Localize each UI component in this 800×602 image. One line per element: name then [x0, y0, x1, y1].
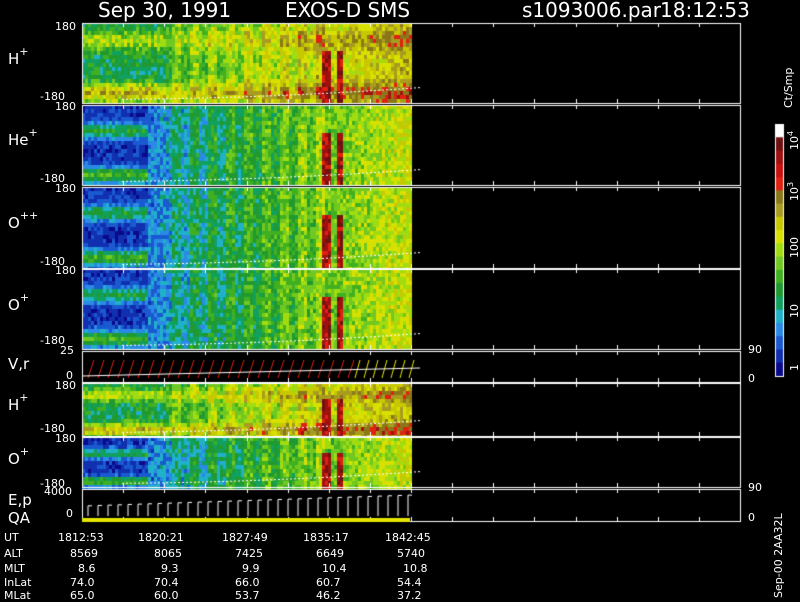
colorbar-tick-1: 1 [788, 364, 800, 371]
p3-ymax: 180 [55, 182, 76, 195]
row-inlat-v0: 74.0 [70, 576, 95, 589]
row-alt-v3: 6649 [316, 547, 344, 560]
colorbar-tick-10: 10 [788, 304, 800, 318]
p5-right-top: 90 [748, 343, 762, 356]
row-ut-v2: 1827:49 [222, 531, 268, 544]
p1-ymax: 180 [55, 20, 76, 33]
panel-5-label: V,r [8, 355, 30, 373]
panel-8-label: E,p [8, 491, 32, 509]
row-ut-v1: 1820:21 [138, 531, 184, 544]
row-mlat-v4: 37.2 [397, 589, 422, 602]
p4-ymax: 180 [55, 264, 76, 277]
p8-right-top: 90 [748, 481, 762, 494]
row-mlat-v1: 60.0 [154, 589, 179, 602]
row-mlat-v0: 65.0 [70, 589, 95, 602]
row-alt-v0: 8569 [70, 547, 98, 560]
plot-file: s1093006.par [522, 0, 662, 22]
plot-date: Sep 30, 1991 [98, 0, 232, 22]
row-ut-v3: 1835:17 [303, 531, 349, 544]
spectrogram-plot [0, 0, 800, 600]
row-mlat-v3: 46.2 [316, 589, 341, 602]
p8-ymax: 4000 [44, 485, 72, 498]
row-ut-v4: 1842:45 [385, 531, 431, 544]
row-inlat-name: InLat [4, 576, 32, 589]
colorbar-tick-10000: 104 [786, 130, 800, 150]
row-ut-name: UT [4, 531, 19, 544]
panel-4-label: O + [8, 291, 30, 314]
panel-1-label: H + [8, 45, 29, 68]
p5-ymax: 25 [60, 344, 74, 357]
row-inlat-v3: 60.7 [316, 576, 341, 589]
row-mlt-v3: 10.4 [322, 562, 347, 575]
row-mlt-v4: 10.8 [403, 562, 428, 575]
row-mlt-v0: 8.6 [78, 562, 96, 575]
row-mlat-name: MLat [4, 589, 31, 602]
row-mlt-v2: 9.9 [242, 562, 260, 575]
row-alt-name: ALT [4, 547, 23, 560]
p2-ymax: 180 [55, 100, 76, 113]
row-mlt-name: MLT [4, 562, 25, 575]
row-inlat-v2: 66.0 [235, 576, 260, 589]
plot-time: 18:12:53 [660, 0, 750, 22]
panel-3-label: O ++ [8, 209, 39, 232]
p8-right-bottom: 0 [748, 511, 755, 524]
panel-8-label2: QA [8, 509, 31, 527]
p5-right-bottom: 0 [748, 372, 755, 385]
colorbar-tick-100: 100 [788, 237, 800, 258]
row-alt-v1: 8065 [154, 547, 182, 560]
plot-mission: EXOS-D SMS [285, 0, 411, 22]
row-mlt-v1: 9.3 [161, 562, 179, 575]
row-mlat-v2: 53.7 [235, 589, 260, 602]
p8-ymin: 0 [66, 507, 73, 520]
colorbar-tick-1000: 103 [786, 181, 800, 201]
p6-ymax: 180 [55, 379, 76, 392]
panel-2-label: He + [8, 126, 38, 149]
p7-ymax: 180 [55, 432, 76, 445]
row-alt-v4: 5740 [397, 547, 425, 560]
panel-7-label: O + [8, 445, 30, 468]
plot-stamp: Sep-00 2AA32L [772, 513, 785, 598]
row-alt-v2: 7425 [235, 547, 263, 560]
row-ut-v0: 1812:53 [58, 531, 104, 544]
row-inlat-v4: 54.4 [397, 576, 422, 589]
row-inlat-v1: 70.4 [154, 576, 179, 589]
colorbar-unit: Ct/Smp [782, 67, 795, 108]
panel-6-label: H + [8, 391, 29, 414]
